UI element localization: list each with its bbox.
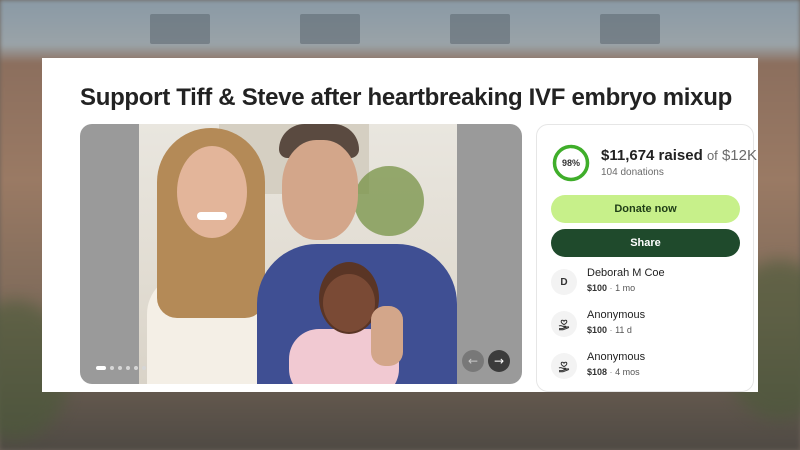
- donate-now-button[interactable]: Donate now: [551, 195, 740, 223]
- donor-avatar: D: [551, 269, 577, 295]
- donor-meta: $100 · 11 d: [587, 325, 632, 335]
- donation-count: 104 donations: [601, 167, 664, 178]
- background-window: [300, 14, 360, 44]
- heart-hand-icon: [551, 353, 577, 379]
- background-window: [600, 14, 660, 44]
- share-button[interactable]: Share: [551, 229, 740, 257]
- donor-time: 4 mos: [615, 367, 640, 377]
- donor-meta: $100 · 1 mo: [587, 283, 635, 293]
- arrow-right-icon: →: [493, 354, 505, 368]
- donor-item: Anonymous $108 · 4 mos: [551, 351, 741, 387]
- previous-photo-button[interactable]: ←: [462, 350, 484, 372]
- donor-meta: $108 · 4 mos: [587, 367, 640, 377]
- page-title: Support Tiff & Steve after heartbreaking…: [80, 84, 732, 111]
- carousel-dot-active[interactable]: [96, 366, 106, 370]
- donor-amount: $100: [587, 283, 608, 293]
- carousel-dot[interactable]: [110, 366, 114, 370]
- photo-carousel[interactable]: ← →: [80, 124, 522, 384]
- fundraiser-page: Support Tiff & Steve after heartbreaking…: [42, 58, 758, 392]
- donor-separator: ·: [609, 283, 613, 293]
- next-photo-button[interactable]: →: [488, 350, 510, 372]
- carousel-indicator[interactable]: [96, 366, 146, 370]
- raised-amount: $11,674 raised: [601, 147, 703, 164]
- donor-time: 1 mo: [615, 283, 636, 293]
- carousel-dot[interactable]: [142, 366, 146, 370]
- progress-percent: 98%: [561, 158, 580, 168]
- donor-item: Anonymous $100 · 11 d: [551, 309, 741, 345]
- donation-panel: 98% $11,674 raised of $12K 104 donations…: [536, 124, 757, 392]
- donor-name: Anonymous: [587, 351, 646, 363]
- carousel-dot[interactable]: [134, 366, 138, 370]
- amount-raised: $11,674 raised of $12K: [601, 147, 757, 164]
- carousel-dot[interactable]: [126, 366, 130, 370]
- goal-amount: $12K: [721, 147, 757, 164]
- raised-of: of: [706, 148, 718, 163]
- donor-separator: ·: [609, 325, 613, 335]
- heart-hand-icon: [551, 311, 577, 337]
- donor-amount: $100: [587, 325, 608, 335]
- donor-name: Anonymous: [587, 309, 646, 321]
- campaign-photo: [139, 124, 457, 384]
- donor-time: 11 d: [615, 325, 632, 335]
- donor-amount: $108: [587, 367, 608, 377]
- donor-name: Deborah M Coe: [587, 267, 665, 279]
- donor-item: D Deborah M Coe $100 · 1 mo: [551, 267, 741, 303]
- arrow-left-icon: ←: [467, 354, 479, 368]
- carousel-dot[interactable]: [118, 366, 122, 370]
- donor-separator: ·: [609, 367, 613, 377]
- background-window: [150, 14, 210, 44]
- background-window: [450, 14, 510, 44]
